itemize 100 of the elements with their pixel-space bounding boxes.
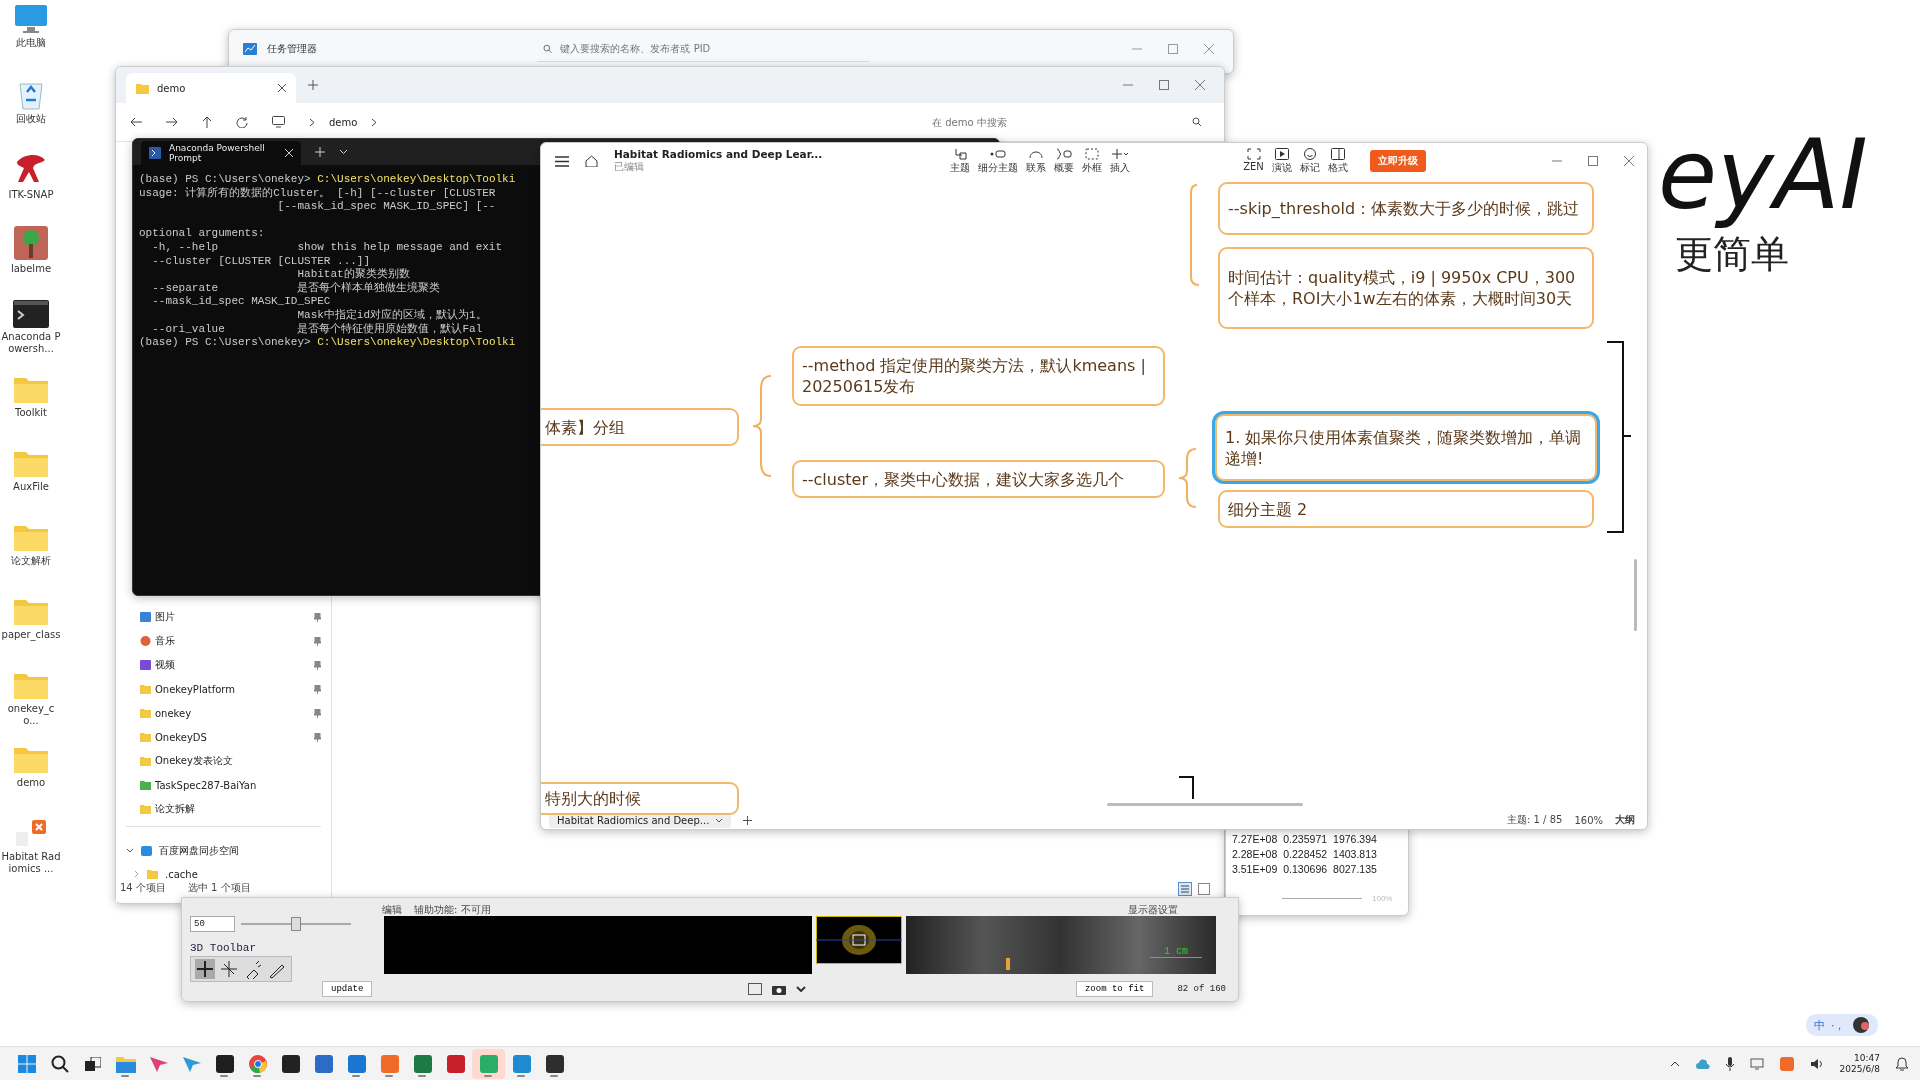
up-icon[interactable] xyxy=(202,116,212,128)
topic-node[interactable]: 体素】分组 xyxy=(541,408,739,446)
topic-node[interactable]: --skip_threshold：体素数大于多少的时候，跳过 xyxy=(1218,182,1594,235)
pin-icon[interactable] xyxy=(314,684,321,694)
toolbar-button[interactable]: 演说 xyxy=(1271,147,1292,175)
topic-node[interactable]: 时间估计：quality模式，i9 | 9950x CPU，300个样本，ROI大小1w左右的体素，大概时间30天 xyxy=(1218,247,1594,329)
forward-icon[interactable] xyxy=(166,117,178,127)
app-icon xyxy=(478,1054,499,1073)
toolbar-button[interactable]: 联系 xyxy=(1026,147,1046,175)
labelme-app-icon[interactable] xyxy=(14,226,48,260)
vertical-scrollbar[interactable] xyxy=(1634,559,1637,631)
desktop-icon-label[interactable]: Toolkit xyxy=(1,407,61,419)
toolbar-button[interactable]: 标记 xyxy=(1299,147,1320,175)
tiles-view-icon[interactable] xyxy=(1198,883,1210,895)
search-field[interactable]: 键入要搜索的名称、发布者或 PID xyxy=(560,43,863,54)
display-settings-link[interactable]: 显示器设置 xyxy=(1128,902,1178,917)
pin-icon[interactable] xyxy=(314,708,321,718)
caret-icon[interactable] xyxy=(795,986,806,992)
close-icon[interactable] xyxy=(278,84,286,92)
sidebar-item[interactable]: 视频 xyxy=(116,653,331,677)
notification-icon[interactable] xyxy=(1896,1056,1908,1071)
input-mode[interactable]: 中 xyxy=(1814,1017,1825,1033)
save-status: 已编辑 xyxy=(614,160,645,174)
sidebar-item[interactable]: 图片 xyxy=(116,605,331,629)
cloud-icon[interactable] xyxy=(1695,1057,1710,1070)
input-method-bar[interactable]: 中 ·， xyxy=(1806,1014,1878,1036)
outline-toggle[interactable]: 大纲 xyxy=(1615,813,1635,827)
sidebar-item[interactable]: TaskSpec287-BaiYan xyxy=(116,773,331,797)
terminal-icon[interactable] xyxy=(13,300,49,328)
toolbar-button[interactable]: 插入 xyxy=(1110,147,1130,175)
terminal-tab[interactable]: Anaconda Powershell Prompt xyxy=(141,141,301,165)
habitat-app-icon[interactable] xyxy=(14,818,48,848)
menu-icon[interactable] xyxy=(555,155,569,167)
sidebar-item[interactable]: 百度网盘同步空间 xyxy=(116,839,331,863)
terminal-icon xyxy=(544,1054,565,1073)
app-icon xyxy=(214,1054,235,1073)
monitor-icon[interactable] xyxy=(272,116,285,128)
chevron-up-icon[interactable] xyxy=(1669,1060,1680,1067)
maximize-icon[interactable] xyxy=(1168,44,1178,54)
desktop-icon-label[interactable]: Habitat Radiomics ... xyxy=(1,851,61,874)
clock[interactable]: 10:47 2025/6/8 xyxy=(1839,1052,1880,1075)
pointer-tool-icon[interactable] xyxy=(219,959,239,979)
maximize-icon[interactable] xyxy=(1588,156,1598,166)
zoom-dropdown[interactable]: 160% xyxy=(1574,814,1603,826)
desktop-icon-label[interactable]: Anaconda Powersh... xyxy=(1,331,61,354)
add-sheet-icon[interactable] xyxy=(743,815,753,825)
toolbar-button[interactable]: 概要 xyxy=(1054,147,1074,175)
home-icon[interactable] xyxy=(585,155,598,167)
breadcrumb-item[interactable]: demo xyxy=(329,116,358,128)
pin-icon[interactable] xyxy=(314,612,321,622)
search-field[interactable]: 在 demo 中搜索 xyxy=(932,116,1193,128)
update-button[interactable]: update xyxy=(322,981,373,997)
sidebar-item[interactable]: Onekey发表论文 xyxy=(116,749,331,773)
pin-icon[interactable] xyxy=(314,660,321,670)
task-view-icon xyxy=(84,1056,101,1071)
chevron-icon xyxy=(126,848,134,854)
toolbar-button[interactable]: 主题 xyxy=(950,147,970,175)
desktop-icon-label[interactable]: 回收站 xyxy=(1,113,61,125)
desktop-icon-label[interactable]: onekey_co... xyxy=(1,703,61,726)
desktop-icon-label[interactable]: demo xyxy=(1,777,61,789)
desktop-icon-label[interactable]: labelme xyxy=(1,263,61,275)
sidebar-item[interactable]: OnekeyDS xyxy=(116,725,331,749)
microphone-icon[interactable] xyxy=(1725,1056,1734,1071)
details-view-icon[interactable] xyxy=(1178,882,1192,896)
topic-node[interactable]: 细分主题 2 xyxy=(1218,490,1594,528)
toolbar-button[interactable]: 格式 xyxy=(1327,147,1348,175)
sidebar-item[interactable]: 论文拆解 xyxy=(116,797,331,821)
new-tab-icon[interactable] xyxy=(308,80,318,90)
topic-node[interactable]: 特别大的时候 xyxy=(541,782,739,815)
topic-node[interactable]: 1. 如果你只使用体素值聚类，随聚类数增加，单调递增! xyxy=(1215,414,1597,481)
refresh-icon[interactable] xyxy=(236,116,248,128)
sidebar-item[interactable]: onekey xyxy=(116,701,331,725)
desktop-icon-label[interactable]: 此电脑 xyxy=(1,37,61,49)
slider-thumb[interactable] xyxy=(291,917,301,931)
desktop-icon-label[interactable]: paper_class xyxy=(1,629,61,641)
topic-node[interactable]: --method 指定使用的聚类方法，默认kmeans | 20250615发布 xyxy=(792,346,1165,406)
speaker-icon[interactable] xyxy=(1809,1057,1824,1070)
app-tray-icon[interactable] xyxy=(1779,1056,1794,1071)
folder-tab[interactable]: demo xyxy=(126,73,296,103)
zoom-to-fit-button[interactable]: zoom to fit xyxy=(1075,981,1154,997)
maximize-icon[interactable] xyxy=(1159,80,1169,90)
topic-node[interactable]: --cluster，聚类中心数据，建议大家多选几个 xyxy=(792,460,1165,498)
crosshair-tool-icon[interactable] xyxy=(195,959,215,979)
value-field[interactable]: 50 xyxy=(190,916,235,932)
back-icon[interactable] xyxy=(130,117,142,127)
pin-icon[interactable] xyxy=(314,636,321,646)
pin-icon[interactable] xyxy=(314,732,321,742)
sidebar-item[interactable]: 音乐 xyxy=(116,629,331,653)
desktop-icon-label[interactable]: ITK-SNAP xyxy=(1,189,61,201)
camera-icon[interactable] xyxy=(771,983,786,995)
network-icon[interactable] xyxy=(1749,1057,1764,1070)
toolbar-button[interactable]: 外框 xyxy=(1082,147,1102,175)
sidebar-item[interactable]: OnekeyPlatform xyxy=(116,677,331,701)
punctuation-mode[interactable]: ·， xyxy=(1831,1017,1846,1033)
cube-icon[interactable] xyxy=(747,983,762,995)
toolbar-button[interactable]: 细分主题 xyxy=(978,147,1018,175)
desktop-icon-label[interactable]: AuxFile xyxy=(1,481,61,493)
toolbar-button[interactable]: ZEN xyxy=(1243,147,1264,175)
horizontal-scrollbar[interactable] xyxy=(1107,803,1303,806)
desktop-icon-label[interactable]: 论文解析 xyxy=(1,555,61,567)
